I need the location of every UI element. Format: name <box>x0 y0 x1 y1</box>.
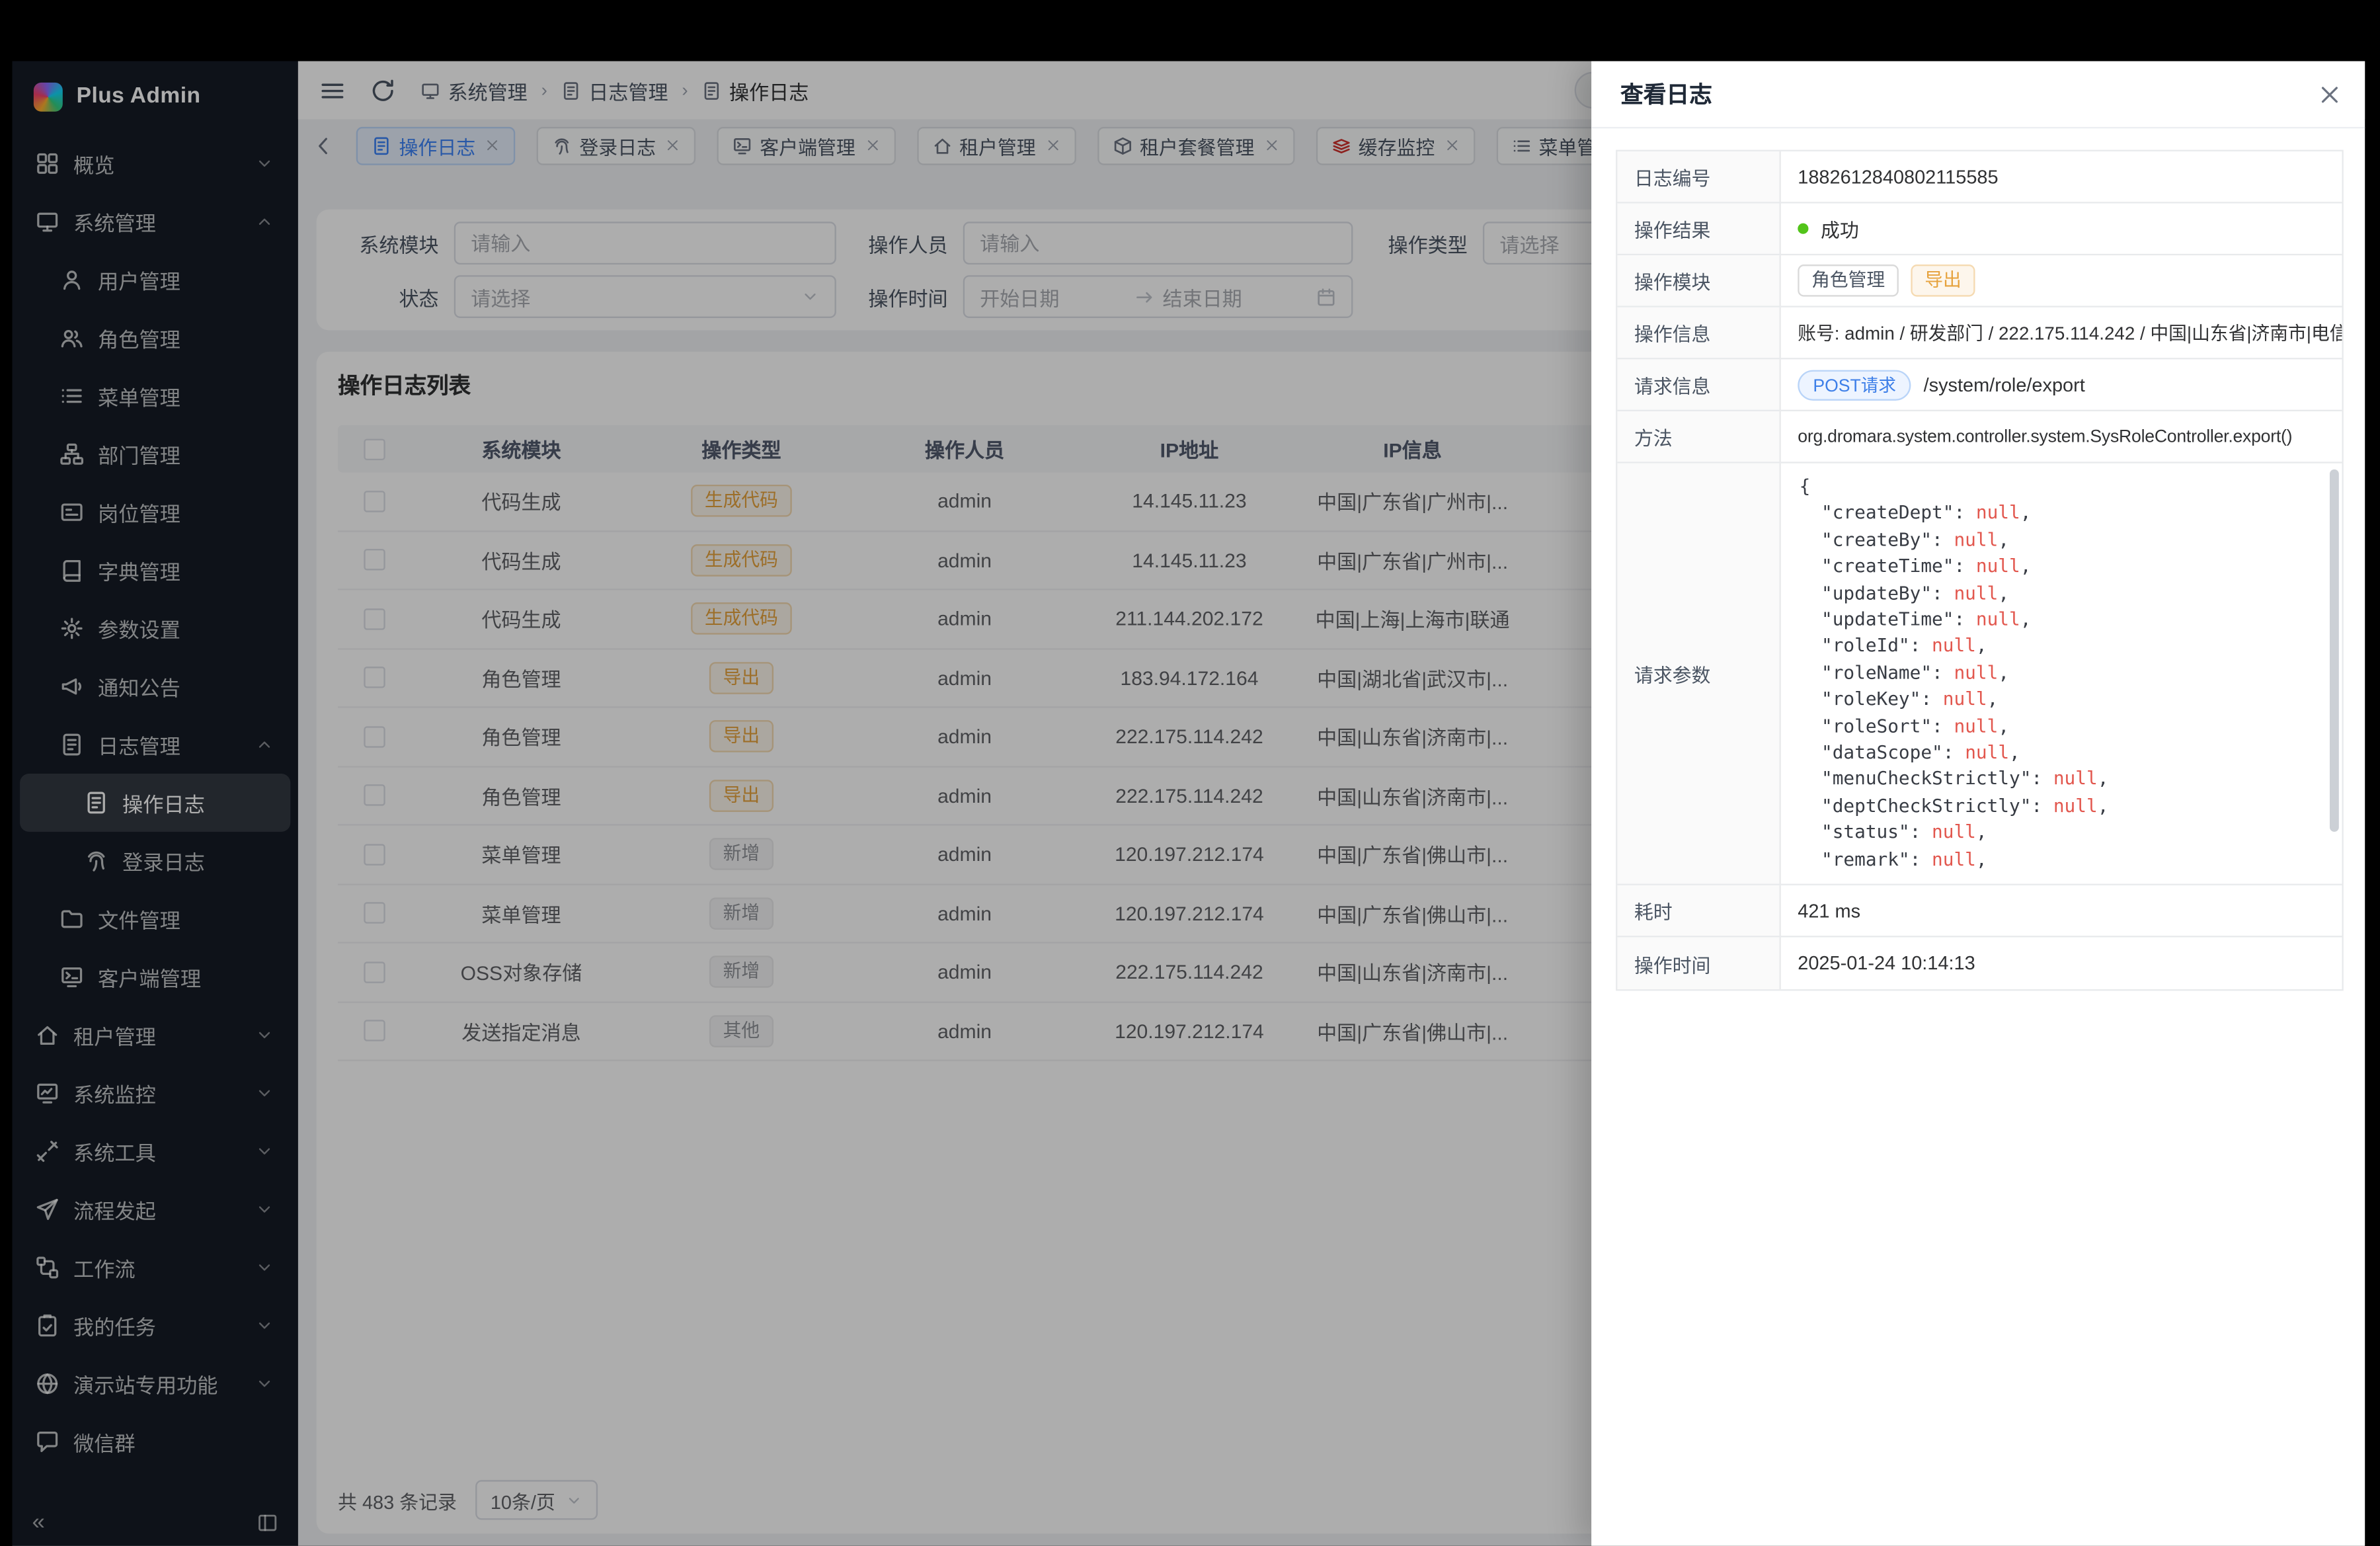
drawer-title: 查看日志 <box>1620 78 1712 110</box>
method-value: org.dromara.system.controller.system.Sys… <box>1781 411 2342 464</box>
json-code-block: { "createDept": null, "createBy": null, … <box>1781 464 2342 884</box>
module-value: 角色管理 导出 <box>1781 255 2342 307</box>
operation-type-tag: 导出 <box>1911 264 1975 297</box>
drawer-header: 查看日志 <box>1591 61 2365 128</box>
code-scrollbar[interactable] <box>2330 469 2339 831</box>
operation-time-value: 2025-01-24 10:14:13 <box>1781 938 2342 990</box>
close-drawer-button[interactable] <box>2317 82 2342 106</box>
log-detail-table: 日志编号 1882612840802115585 操作结果 成功 操作模块 角色… <box>1616 150 2344 991</box>
view-log-drawer: 查看日志 日志编号 1882612840802115585 操作结果 成功 操作… <box>1591 61 2365 1545</box>
result-value: 成功 <box>1781 204 2342 256</box>
request-path: /system/role/export <box>1924 374 2085 395</box>
duration-value: 421 ms <box>1781 885 2342 938</box>
post-method-tag: POST请求 <box>1798 369 1911 399</box>
request-info-value: POST请求 /system/role/export <box>1781 359 2342 411</box>
operation-info-value: 账号: admin / 研发部门 / 222.175.114.242 / 中国|… <box>1781 307 2342 360</box>
request-params-value: { "createDept": null, "createBy": null, … <box>1781 464 2342 885</box>
module-tag: 角色管理 <box>1798 264 1899 297</box>
screen: Plus Admin 概览系统管理用户管理角色管理菜单管理部门管理岗位管理字典管… <box>0 0 2380 1546</box>
success-dot <box>1798 224 1808 234</box>
log-id-value: 1882612840802115585 <box>1781 151 2342 204</box>
